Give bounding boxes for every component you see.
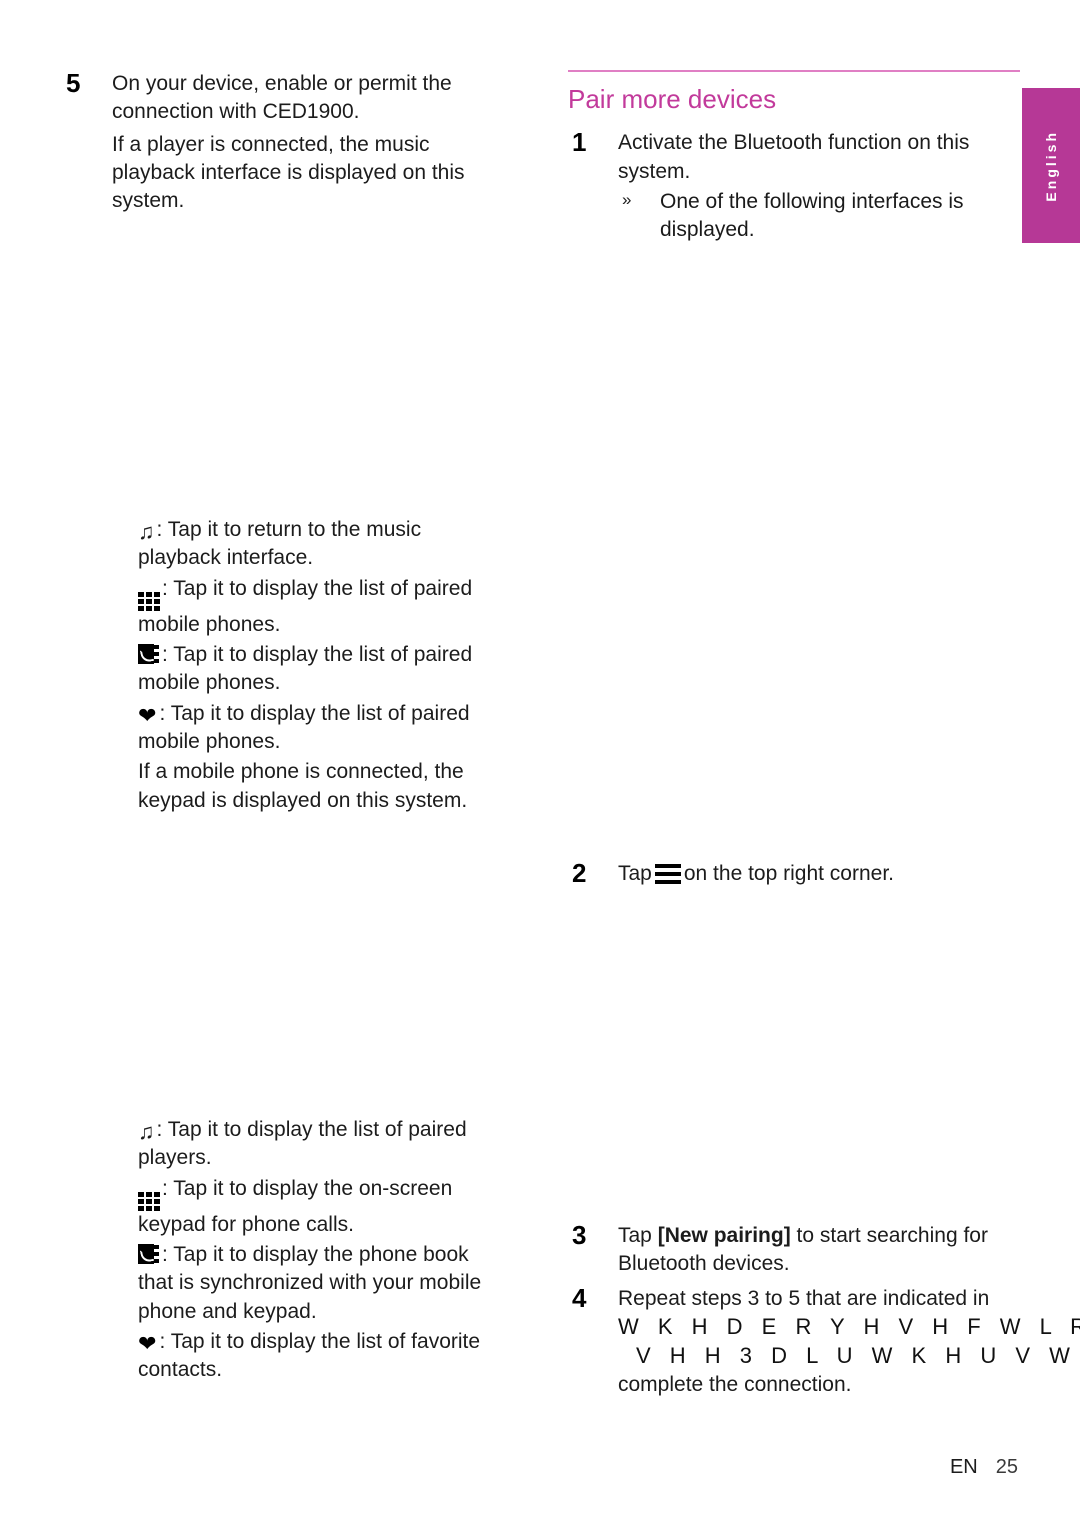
language-tab-label: English — [1043, 129, 1059, 202]
step-5-number: 5 — [66, 68, 81, 98]
step-1-text: Activate the Bluetooth function on this … — [618, 131, 970, 183]
step-3: 3 Tap [New pairing] to start searching f… — [568, 1220, 1070, 1279]
step-4-garbled-line-1: W K H D E R Y H V H F W L R Q 3 D L — [618, 1314, 1080, 1340]
legend-item-label: : Tap it to display the list of paired m… — [138, 643, 473, 695]
footer-page-number: 25 — [995, 1456, 1018, 1478]
legend-item: : Tap it to display the list of paired m… — [138, 575, 502, 639]
step-2-text-before: Tap — [618, 862, 652, 885]
legend-music-playback: ♫: Tap it to return to the music playbac… — [138, 516, 502, 817]
phonebook-icon — [138, 1244, 159, 1265]
new-pairing-reference: [New pairing] — [657, 1224, 791, 1247]
legend-item: ❤: Tap it to display the list of paired … — [138, 700, 502, 757]
step-4-garbled-line-2: V H H 3 D L U W K H U V W G H Y — [636, 1342, 1080, 1368]
step-2-text: Tap on the top right corner. — [618, 860, 1070, 888]
music-note-icon: ♫ — [138, 519, 154, 544]
step-4-text-end: complete the connection. — [618, 1372, 852, 1396]
heart-icon: ❤ — [138, 702, 157, 728]
step-5: 5 On your device, enable or permit the c… — [62, 68, 502, 127]
legend-item: : Tap it to display the phone book that … — [138, 1241, 502, 1326]
page-footer: EN 25 — [950, 1456, 1018, 1479]
left-column: 5 On your device, enable or permit the c… — [62, 68, 502, 216]
legend-music-note: If a mobile phone is connected, the keyp… — [138, 760, 468, 812]
legend-item: ♫: Tap it to display the list of paired … — [138, 1116, 502, 1173]
step-3-number: 3 — [572, 1220, 587, 1250]
music-note-icon: ♫ — [138, 1119, 154, 1144]
right-column: Pair more devices 1 Activate the Bluetoo… — [568, 70, 1020, 249]
legend-item-label: : Tap it to display the list of favorite… — [138, 1330, 481, 1382]
hamburger-menu-icon — [654, 864, 681, 884]
legend-item-label: : Tap it to display the on-screen keypad… — [138, 1176, 453, 1236]
step-5-note: If a player is connected, the music play… — [112, 132, 465, 213]
phonebook-icon — [138, 644, 159, 665]
legend-item: : Tap it to display the list of paired m… — [138, 641, 502, 698]
heart-icon: ❤ — [138, 1331, 157, 1357]
step-5-text: On your device, enable or permit the con… — [112, 72, 452, 124]
heading-rule — [568, 70, 1020, 72]
step-4-number: 4 — [572, 1283, 587, 1313]
legend-item-label: : Tap it to display the list of paired p… — [138, 1118, 467, 1170]
step-1-number: 1 — [572, 127, 587, 158]
legend-item-label: : Tap it to display the list of paired m… — [138, 576, 473, 636]
keypad-grid-icon — [138, 591, 160, 611]
legend-item-label: : Tap it to return to the music playback… — [138, 518, 422, 570]
legend-item: ❤: Tap it to display the list of favorit… — [138, 1328, 502, 1385]
legend-item: : Tap it to display the on-screen keypad… — [138, 1175, 502, 1239]
step-1: 1 Activate the Bluetooth function on thi… — [568, 127, 1020, 245]
step-4: 4 Repeat steps 3 to 5 that are indicated… — [568, 1283, 1080, 1399]
keypad-grid-icon — [138, 1191, 160, 1211]
step-1-bullet-label: One of the following interfaces is displ… — [660, 189, 964, 242]
step-3-text: Tap [New pairing] to start searching for… — [618, 1222, 1070, 1279]
step-2-text-after: on the top right corner. — [683, 862, 894, 885]
legend-phone-screen: ♫: Tap it to display the list of paired … — [138, 1116, 502, 1387]
step-2: 2 Tap on the top right corner. — [568, 858, 1070, 888]
page-title: Pair more devices — [568, 84, 777, 114]
legend-item: ♫: Tap it to return to the music playbac… — [138, 516, 502, 573]
guillemet-icon: » — [622, 189, 632, 209]
manual-page: English 5 On your device, enable or perm… — [0, 0, 1080, 1527]
step-2-number: 2 — [572, 858, 587, 888]
step-4-text: Repeat steps 3 to 5 that are indicated i… — [618, 1287, 990, 1310]
legend-item-label: : Tap it to display the phone book that … — [138, 1243, 482, 1323]
footer-locale: EN — [949, 1456, 978, 1478]
step-3-text-before: Tap — [618, 1224, 658, 1247]
step-1-bullet: » One of the following interfaces is dis… — [618, 188, 1020, 245]
language-tab: English — [1022, 88, 1080, 243]
legend-item-label: : Tap it to display the list of paired m… — [138, 701, 470, 754]
